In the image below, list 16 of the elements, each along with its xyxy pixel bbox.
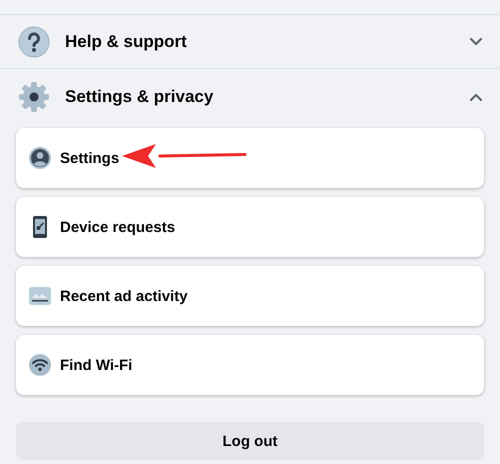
- section-title[interactable]: Help & support: [65, 32, 468, 52]
- wifi-icon: [28, 353, 52, 377]
- help-icon: [18, 26, 50, 58]
- gear-icon: [18, 80, 50, 112]
- menu-item-label: Find Wi-Fi: [60, 356, 132, 374]
- person-icon: [28, 146, 52, 170]
- menu-item[interactable]: Settings: [16, 128, 484, 188]
- ad-icon: [28, 284, 52, 308]
- menu-item-label: Device requests: [60, 218, 176, 236]
- menu-item[interactable]: Find Wi-Fi: [16, 335, 484, 395]
- menu-item[interactable]: Recent ad activity: [16, 266, 484, 326]
- menu-item-label: Settings: [60, 150, 120, 166]
- menu-item[interactable]: Device requests: [16, 197, 484, 257]
- menu-item-label: Recent ad activity: [60, 288, 188, 304]
- logout-button[interactable]: Log out: [16, 422, 484, 460]
- section-title[interactable]: Settings & privacy: [65, 86, 468, 106]
